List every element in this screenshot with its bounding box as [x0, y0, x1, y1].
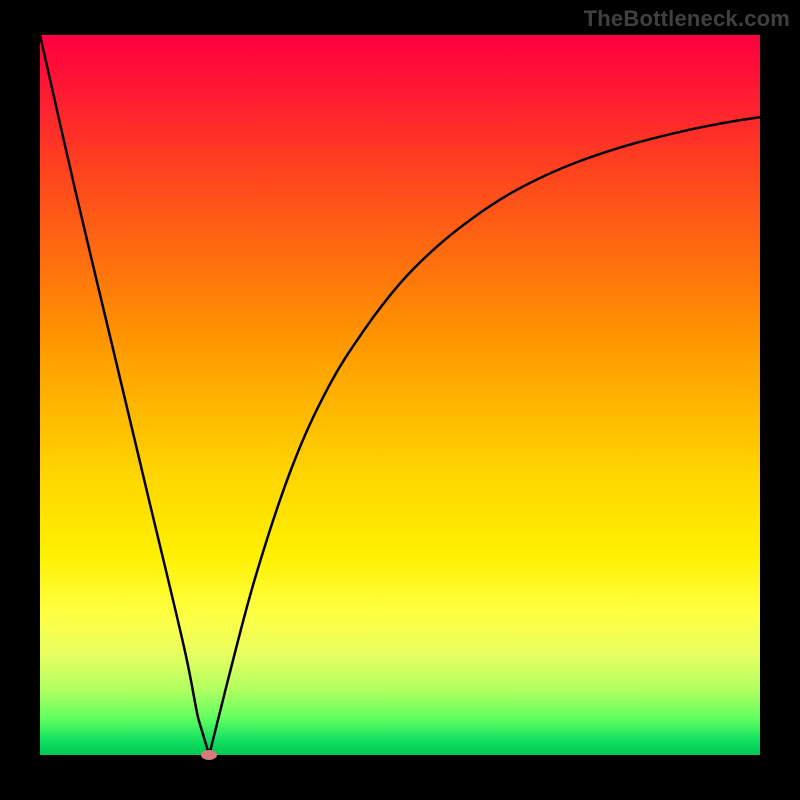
plot-area [40, 35, 760, 755]
chart-frame: TheBottleneck.com [0, 0, 800, 800]
watermark-text: TheBottleneck.com [584, 6, 790, 32]
vertex-marker [201, 750, 217, 760]
bottleneck-curve [40, 35, 760, 755]
